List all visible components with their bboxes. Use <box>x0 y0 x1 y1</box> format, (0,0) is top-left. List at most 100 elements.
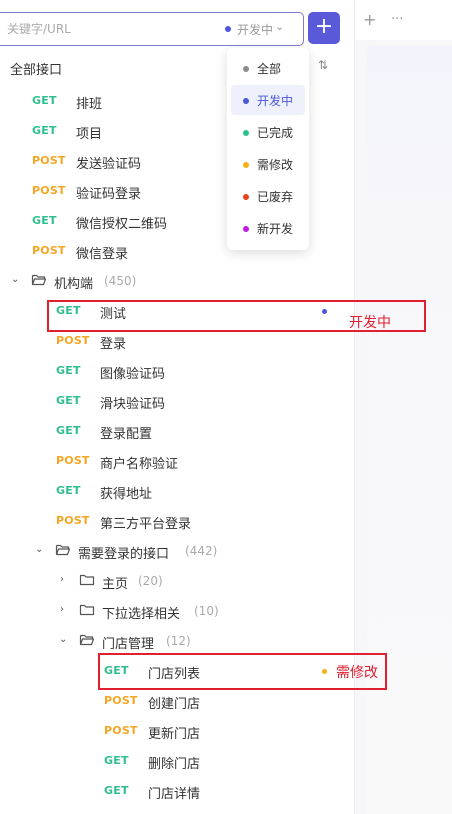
folder-icon <box>79 574 95 586</box>
method-label: POST <box>104 694 138 707</box>
status-dot <box>243 194 249 200</box>
api-item[interactable]: GET 门店详情 <box>0 776 340 806</box>
folder-org[interactable]: ⌄ 机构端 (450) <box>0 266 340 296</box>
folder-icon <box>79 604 95 616</box>
chevron-right-icon[interactable]: › <box>60 574 64 585</box>
method-label: POST <box>56 514 90 527</box>
api-name: 登录配置 <box>100 427 153 442</box>
folder-count: (20) <box>138 574 163 588</box>
api-name: 商户名称验证 <box>100 457 179 472</box>
api-name: 微信登录 <box>76 247 129 262</box>
tree-root-label: 全部接口 <box>10 63 63 78</box>
api-name: 发送验证码 <box>76 157 142 172</box>
status-option-needs-change[interactable]: 需修改 <box>231 149 305 179</box>
method-label: GET <box>32 94 57 107</box>
api-name: 微信授权二维码 <box>76 217 168 232</box>
api-name: 删除门店 <box>148 757 201 772</box>
search-icon: ⌕ <box>0 22 5 36</box>
folder-count: (450) <box>104 274 137 288</box>
folder-open-icon <box>79 634 95 646</box>
status-option-developing[interactable]: 开发中 <box>231 85 305 115</box>
folder-open-icon <box>55 544 71 556</box>
status-option-completed[interactable]: 已完成 <box>231 117 305 147</box>
status-option-new[interactable]: 新开发 <box>231 213 305 243</box>
annotation-label: 需修改 <box>336 665 378 681</box>
method-label: GET <box>56 484 81 497</box>
api-name: 排班 <box>76 97 103 112</box>
api-name: 测试 <box>100 307 127 322</box>
status-option-label: 需修改 <box>257 158 294 172</box>
api-name: 项目 <box>76 127 103 142</box>
chevron-right-icon[interactable]: › <box>60 604 64 615</box>
api-name: 门店详情 <box>148 787 201 802</box>
chevron-down-icon[interactable]: ⌄ <box>35 544 43 555</box>
new-tab-icon[interactable]: + <box>363 10 379 30</box>
folder-name: 下拉选择相关 <box>102 607 181 622</box>
method-label: GET <box>56 304 81 317</box>
api-name: 登录 <box>100 337 127 352</box>
folder-dropdown-related[interactable]: › 下拉选择相关 (10) <box>0 596 340 626</box>
search-input[interactable] <box>7 19 207 39</box>
chevron-down-icon: ⌄ <box>275 20 285 33</box>
method-label: GET <box>104 664 129 677</box>
method-label: POST <box>32 184 66 197</box>
method-label: POST <box>104 724 138 737</box>
api-item[interactable]: POST 更新门店 <box>0 716 340 746</box>
api-item[interactable]: GET 获得地址 <box>0 476 340 506</box>
status-option-label: 全部 <box>257 62 282 76</box>
folder-name: 机构端 <box>54 277 94 292</box>
status-dot <box>225 26 231 32</box>
status-dot <box>322 669 327 674</box>
method-label: GET <box>32 214 57 227</box>
status-option-label: 开发中 <box>257 94 294 108</box>
method-label: GET <box>104 784 129 797</box>
api-name: 门店列表 <box>148 667 201 682</box>
tab-bar: + ··· <box>355 0 452 40</box>
folder-auth[interactable]: ⌄ 需要登录的接口 (442) <box>0 536 340 566</box>
status-option-label: 已完成 <box>257 126 294 140</box>
method-label: GET <box>104 754 129 767</box>
folder-home[interactable]: › 主页 (20) <box>0 566 340 596</box>
method-label: POST <box>56 334 90 347</box>
add-button[interactable]: + <box>308 12 340 44</box>
status-dot <box>243 98 249 104</box>
api-item[interactable]: GET 滑块验证码 <box>0 386 340 416</box>
folder-name: 需要登录的接口 <box>78 547 170 562</box>
folder-count: (442) <box>185 544 218 558</box>
status-option-label: 已废弃 <box>257 190 294 204</box>
status-option-label: 新开发 <box>257 222 294 236</box>
status-option-all[interactable]: 全部 <box>231 53 305 83</box>
api-item[interactable]: GET 测试 <box>0 296 340 326</box>
api-item[interactable]: GET 删除门店 <box>0 746 340 776</box>
status-filter-select[interactable]: 开发中 ⌄ <box>225 20 299 40</box>
more-icon[interactable]: ··· <box>391 10 407 30</box>
folder-count: (10) <box>194 604 219 618</box>
api-item[interactable]: GET 门店列表 <box>0 656 340 686</box>
annotation-label: 开发中 <box>349 315 391 331</box>
api-item[interactable]: POST 创建门店 <box>0 686 340 716</box>
api-name: 创建门店 <box>148 697 201 712</box>
method-label: POST <box>32 244 66 257</box>
api-name: 第三方平台登录 <box>100 517 192 532</box>
api-name: 滑块验证码 <box>100 397 166 412</box>
folder-open-icon <box>31 274 47 286</box>
status-dot <box>243 130 249 136</box>
api-item[interactable]: POST 第三方平台登录 <box>0 506 340 536</box>
content-card <box>367 46 452 814</box>
sort-icon[interactable]: ⇅ <box>318 58 328 72</box>
method-label: GET <box>56 424 81 437</box>
chevron-down-icon[interactable]: ⌄ <box>11 274 19 285</box>
chevron-down-icon[interactable]: ⌄ <box>59 634 67 645</box>
status-dot <box>243 66 249 72</box>
folder-count: (12) <box>166 634 191 648</box>
api-item[interactable]: POST 商户名称验证 <box>0 446 340 476</box>
status-option-deprecated[interactable]: 已废弃 <box>231 181 305 211</box>
folder-store[interactable]: ⌄ 门店管理 (12) <box>0 626 340 656</box>
api-name: 更新门店 <box>148 727 201 742</box>
api-name: 图像验证码 <box>100 367 166 382</box>
api-item[interactable]: GET 登录配置 <box>0 416 340 446</box>
method-label: POST <box>56 454 90 467</box>
api-item[interactable]: POST 登录 <box>0 326 340 356</box>
api-item[interactable]: GET 图像验证码 <box>0 356 340 386</box>
status-dot <box>322 309 327 314</box>
